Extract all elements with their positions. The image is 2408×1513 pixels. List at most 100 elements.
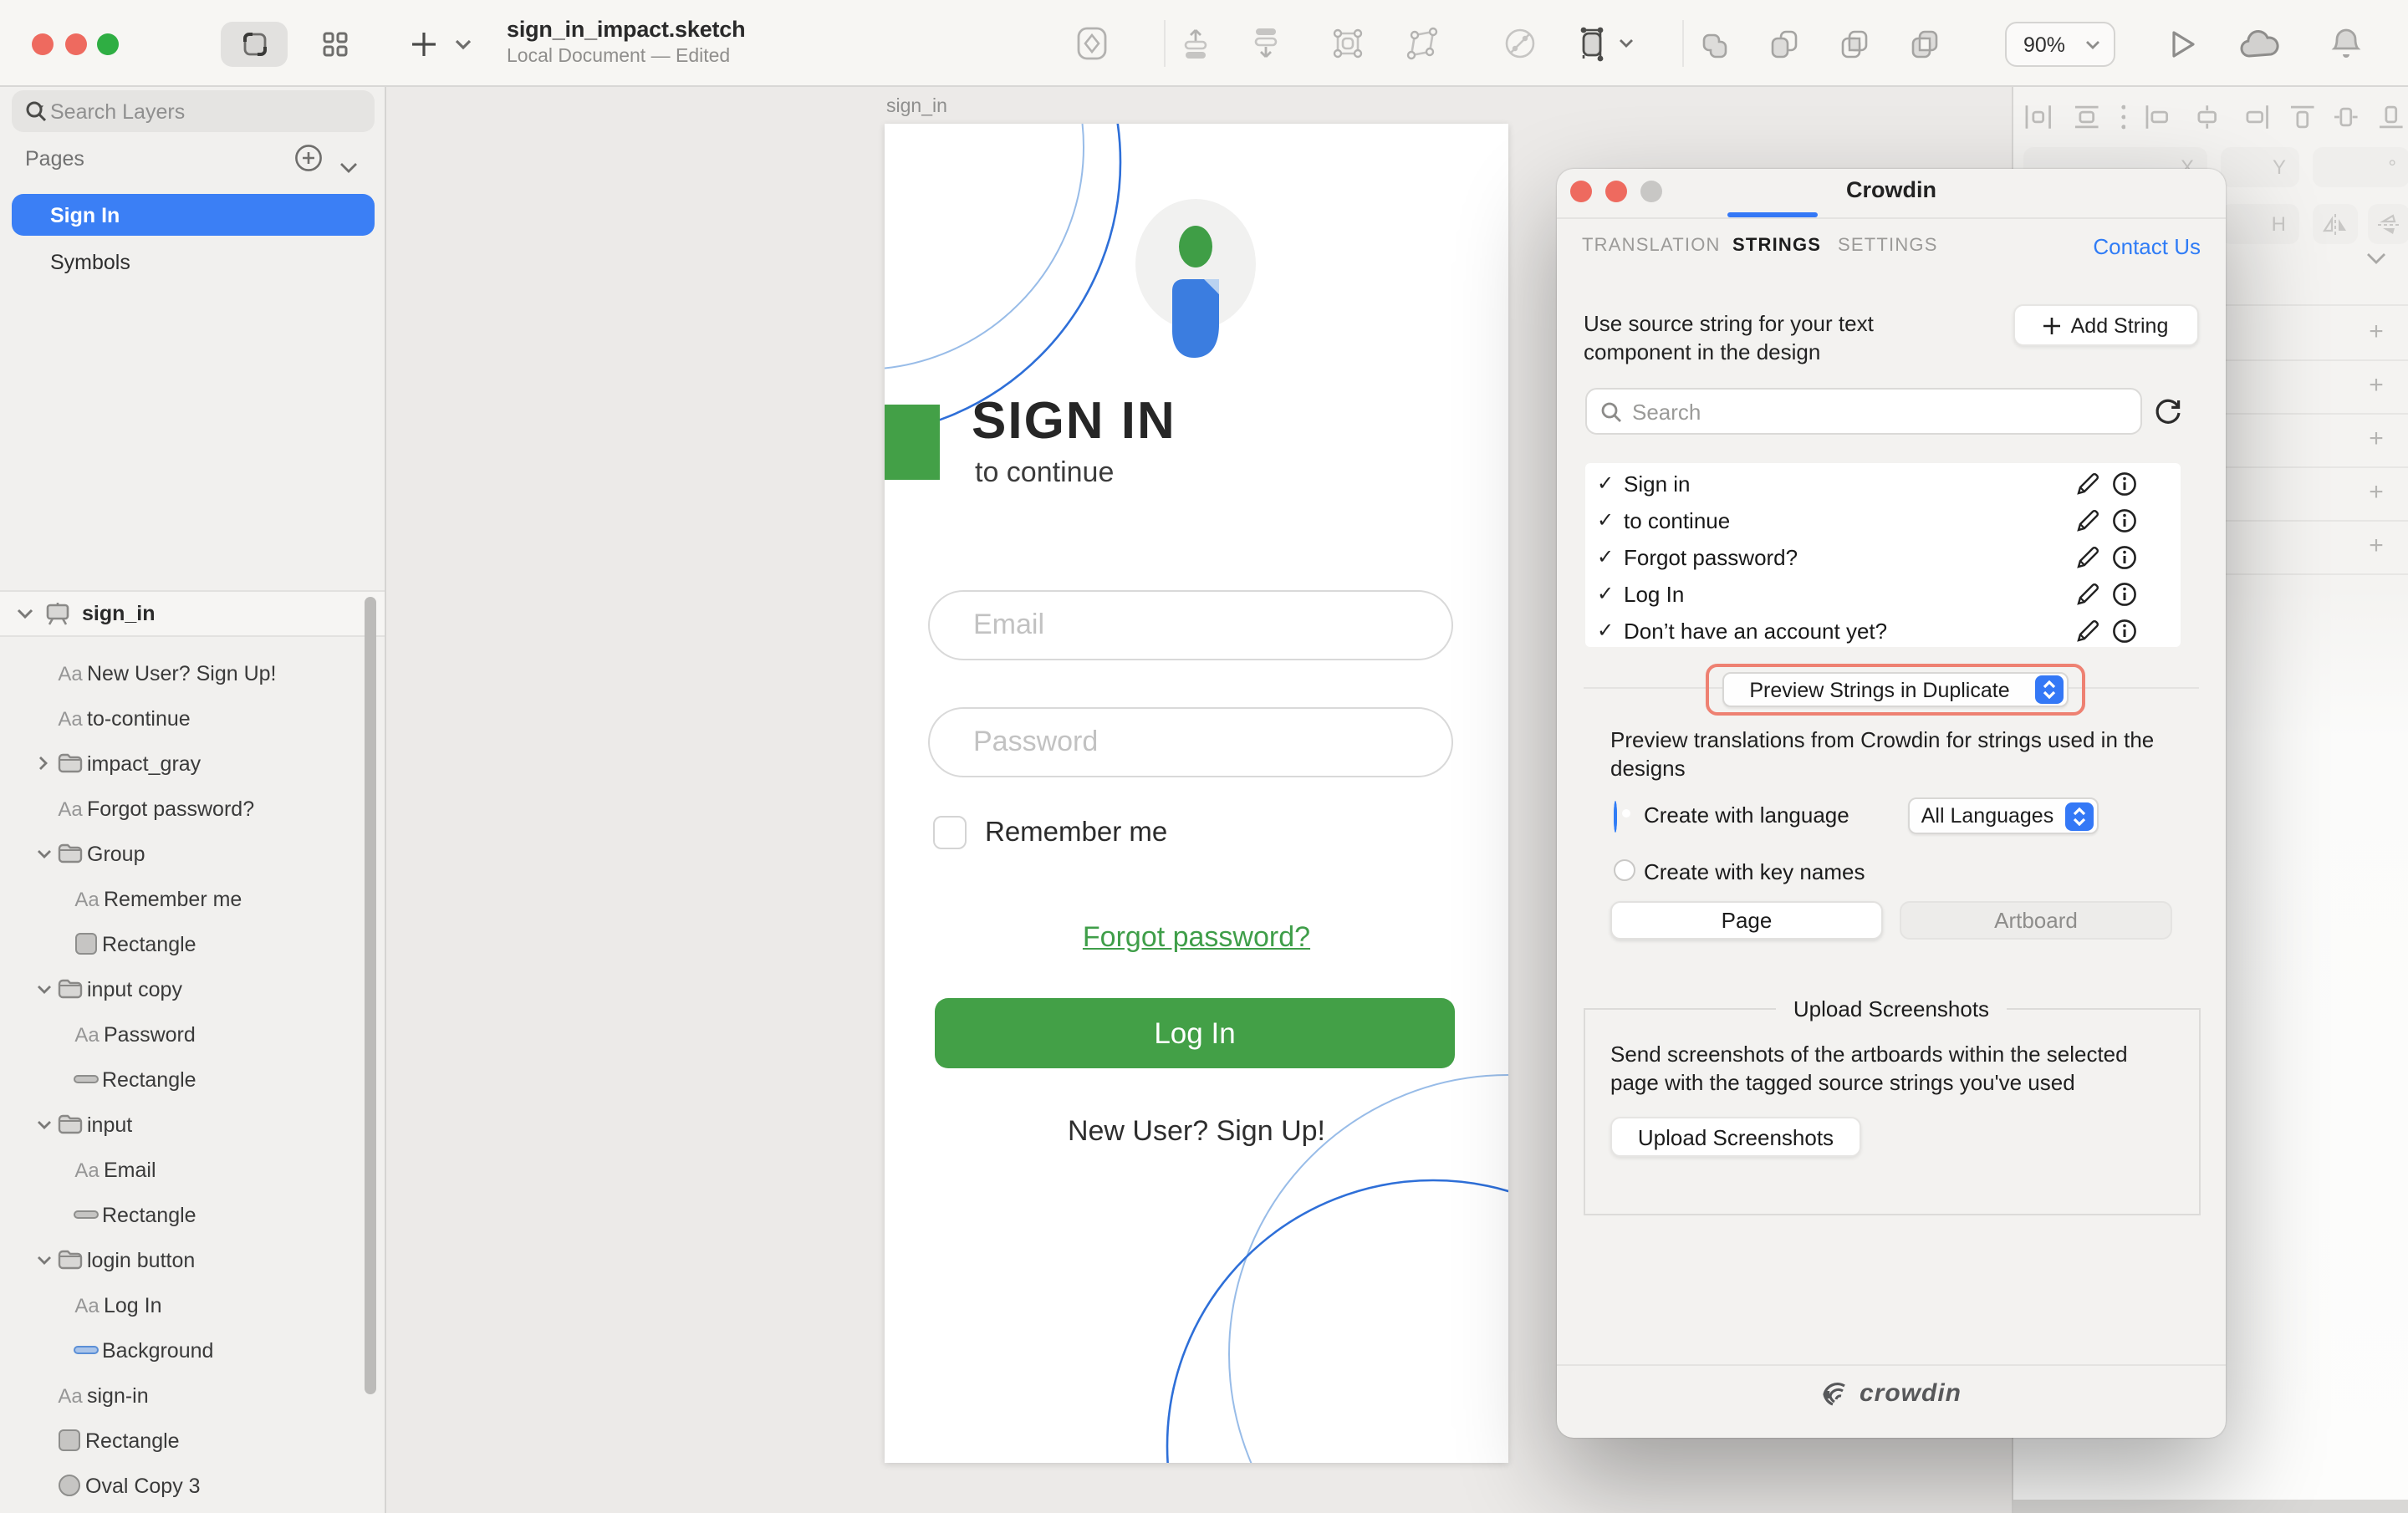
add-style-button[interactable]: + bbox=[2365, 371, 2388, 400]
resize-button[interactable] bbox=[1572, 23, 1615, 64]
tab-strings[interactable]: STRINGS bbox=[1732, 236, 1821, 256]
align-bottom-icon[interactable] bbox=[2379, 104, 2405, 130]
log-in-button[interactable]: Log In bbox=[935, 998, 1455, 1068]
zoom-level-select[interactable]: 90% bbox=[2005, 22, 2115, 67]
sidebar-page-symbols[interactable]: Symbols bbox=[12, 241, 375, 283]
cloud-share-button[interactable] bbox=[2237, 23, 2281, 64]
preview-strings-dropdown[interactable]: Preview Strings in Duplicate bbox=[1722, 672, 2069, 707]
align-top-icon[interactable] bbox=[2288, 104, 2315, 130]
layer-row[interactable]: impact_gray bbox=[0, 741, 365, 786]
preview-button[interactable] bbox=[2161, 23, 2204, 64]
flip-vertical-button[interactable] bbox=[2368, 204, 2408, 244]
artboard-layer-header[interactable]: sign_in bbox=[0, 590, 385, 637]
height-field[interactable]: H bbox=[2221, 204, 2299, 244]
string-row[interactable]: ✓ Forgot password? bbox=[1585, 538, 2181, 575]
chevron-down-icon[interactable] bbox=[17, 608, 37, 619]
layer-row[interactable]: Aa Remember me bbox=[0, 876, 365, 921]
string-row[interactable]: ✓ Log In bbox=[1585, 575, 2181, 612]
tab-settings[interactable]: SETTINGS bbox=[1838, 236, 1938, 256]
rotation-field[interactable]: ° bbox=[2313, 147, 2408, 187]
sidebar-page-sign-in[interactable]: Sign In bbox=[12, 194, 375, 236]
layer-row[interactable]: Aa Log In bbox=[0, 1282, 365, 1327]
close-window-button[interactable] bbox=[32, 33, 54, 55]
grid-view-toggle[interactable] bbox=[301, 22, 368, 67]
layer-row[interactable]: Aa sign-in bbox=[0, 1373, 365, 1418]
password-field[interactable]: Password bbox=[928, 707, 1453, 777]
edit-selection-button[interactable] bbox=[1326, 23, 1370, 64]
layer-row[interactable]: Rectangle bbox=[0, 921, 365, 966]
edit-pencil-icon[interactable] bbox=[2075, 544, 2100, 569]
y-position-field[interactable]: Y bbox=[2221, 147, 2299, 187]
distribute-vertical-icon[interactable] bbox=[2072, 104, 2102, 130]
notifications-button[interactable] bbox=[2324, 23, 2368, 64]
layer-chevron-icon[interactable] bbox=[33, 1255, 54, 1265]
flip-horizontal-button[interactable] bbox=[2313, 204, 2358, 244]
layer-row[interactable]: Background bbox=[0, 1327, 365, 1373]
insert-shape-button[interactable] bbox=[1070, 23, 1114, 64]
refresh-strings-button[interactable] bbox=[2152, 395, 2184, 435]
page-button[interactable]: Page bbox=[1610, 901, 1883, 940]
sidebar-scrollbar[interactable] bbox=[365, 597, 376, 1394]
edit-pencil-icon[interactable] bbox=[2075, 471, 2100, 496]
resize-menu-chevron[interactable] bbox=[1612, 23, 1639, 64]
boolean-union-button[interactable] bbox=[1692, 23, 1736, 64]
email-field[interactable]: Email bbox=[928, 590, 1453, 660]
distribute-up-button[interactable] bbox=[1174, 23, 1217, 64]
add-style-button[interactable]: + bbox=[2365, 425, 2388, 453]
string-search-field[interactable] bbox=[1585, 388, 2142, 435]
rotate-button[interactable] bbox=[1498, 23, 1542, 64]
align-left-icon[interactable] bbox=[2145, 104, 2175, 130]
info-icon[interactable] bbox=[2112, 544, 2137, 569]
remember-me-checkbox[interactable] bbox=[933, 816, 967, 849]
info-icon[interactable] bbox=[2112, 471, 2137, 496]
distribute-down-button[interactable] bbox=[1244, 23, 1288, 64]
boolean-intersect-button[interactable] bbox=[1833, 23, 1876, 64]
transform-button[interactable] bbox=[1401, 23, 1445, 64]
string-row[interactable]: ✓ Sign in bbox=[1585, 465, 2181, 502]
insert-menu-chevron[interactable] bbox=[448, 22, 478, 67]
boolean-subtract-button[interactable] bbox=[1763, 23, 1806, 64]
layer-row[interactable]: Aa Email bbox=[0, 1147, 365, 1192]
canvas-view-toggle[interactable] bbox=[221, 22, 288, 67]
artboard-title-label[interactable]: sign_in bbox=[886, 97, 947, 117]
add-style-button[interactable]: + bbox=[2365, 478, 2388, 507]
zoom-window-button[interactable] bbox=[97, 33, 119, 55]
edit-pencil-icon[interactable] bbox=[2075, 618, 2100, 643]
collapse-section-chevron[interactable] bbox=[2366, 244, 2386, 274]
forgot-password-link[interactable]: Forgot password? bbox=[885, 921, 1508, 955]
sign-in-artboard[interactable]: SIGN IN to continue Email Password Remem… bbox=[885, 124, 1508, 1463]
align-right-icon[interactable] bbox=[2241, 104, 2271, 130]
add-style-button[interactable]: + bbox=[2365, 532, 2388, 560]
info-icon[interactable] bbox=[2112, 581, 2137, 606]
contact-us-link[interactable]: Contact Us bbox=[2093, 234, 2201, 259]
edit-pencil-icon[interactable] bbox=[2075, 581, 2100, 606]
layer-row[interactable]: Rectangle bbox=[0, 1057, 365, 1102]
add-string-button[interactable]: Add String bbox=[2013, 304, 2199, 346]
string-search-input[interactable] bbox=[1632, 399, 2100, 424]
collapse-pages-button[interactable] bbox=[339, 152, 358, 182]
layer-chevron-icon[interactable] bbox=[33, 1119, 54, 1129]
language-dropdown[interactable]: All Languages bbox=[1908, 797, 2099, 834]
layer-row[interactable]: Rectangle bbox=[0, 1418, 365, 1463]
string-row[interactable]: ✓ Don’t have an account yet? bbox=[1585, 612, 2181, 649]
search-layers-input[interactable] bbox=[50, 99, 318, 123]
align-center-horizontal-icon[interactable] bbox=[2192, 104, 2222, 130]
layer-row[interactable]: Aa to-continue bbox=[0, 695, 365, 741]
sign-up-text[interactable]: New User? Sign Up! bbox=[885, 1115, 1508, 1149]
layer-row[interactable]: Group bbox=[0, 831, 365, 876]
add-style-button[interactable]: + bbox=[2365, 318, 2388, 346]
layer-row[interactable]: Oval Copy 3 bbox=[0, 1463, 365, 1508]
create-with-key-names-radio[interactable] bbox=[1614, 859, 1635, 881]
info-icon[interactable] bbox=[2112, 507, 2137, 532]
layer-row[interactable]: input copy bbox=[0, 966, 365, 1011]
info-icon[interactable] bbox=[2112, 618, 2137, 643]
layer-row[interactable]: input bbox=[0, 1102, 365, 1147]
string-row[interactable]: ✓ to continue bbox=[1585, 502, 2181, 538]
minimize-window-button[interactable] bbox=[65, 33, 87, 55]
layer-search-field[interactable] bbox=[12, 90, 375, 132]
edit-pencil-icon[interactable] bbox=[2075, 507, 2100, 532]
upload-screenshots-button[interactable]: Upload Screenshots bbox=[1610, 1117, 1861, 1157]
layer-chevron-icon[interactable] bbox=[33, 848, 54, 858]
artboard-button[interactable]: Artboard bbox=[1900, 901, 2172, 940]
layer-chevron-icon[interactable] bbox=[33, 756, 54, 771]
